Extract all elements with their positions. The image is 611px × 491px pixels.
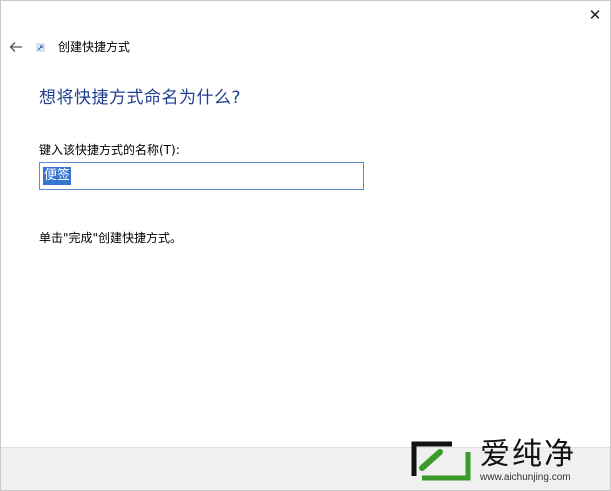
watermark-name: 爱纯净 — [480, 437, 576, 472]
watermark-logo-icon — [411, 441, 471, 481]
shortcut-wizard-icon — [36, 43, 45, 52]
finish-hint-text: 单击"完成"创建快捷方式。 — [39, 231, 183, 245]
close-icon: ✕ — [588, 6, 602, 24]
page-heading: 想将快捷方式命名为什么? — [39, 88, 242, 108]
watermark: 爱纯净 www.aichunjing.com — [408, 435, 604, 487]
create-shortcut-dialog: ✕ 创建快捷方式 想将快捷方式命名为什么? 键入该快捷方式的名称(T): 便签 … — [0, 0, 611, 491]
shortcut-name-input[interactable] — [40, 163, 363, 189]
wizard-title: 创建快捷方式 — [58, 40, 131, 54]
shortcut-name-field[interactable]: 便签 — [39, 162, 364, 190]
back-button[interactable] — [5, 37, 27, 57]
close-button[interactable]: ✕ — [580, 1, 610, 29]
shortcut-name-label: 键入该快捷方式的名称(T): — [39, 143, 180, 157]
watermark-url: www.aichunjing.com — [480, 472, 571, 483]
back-arrow-icon — [9, 42, 22, 52]
